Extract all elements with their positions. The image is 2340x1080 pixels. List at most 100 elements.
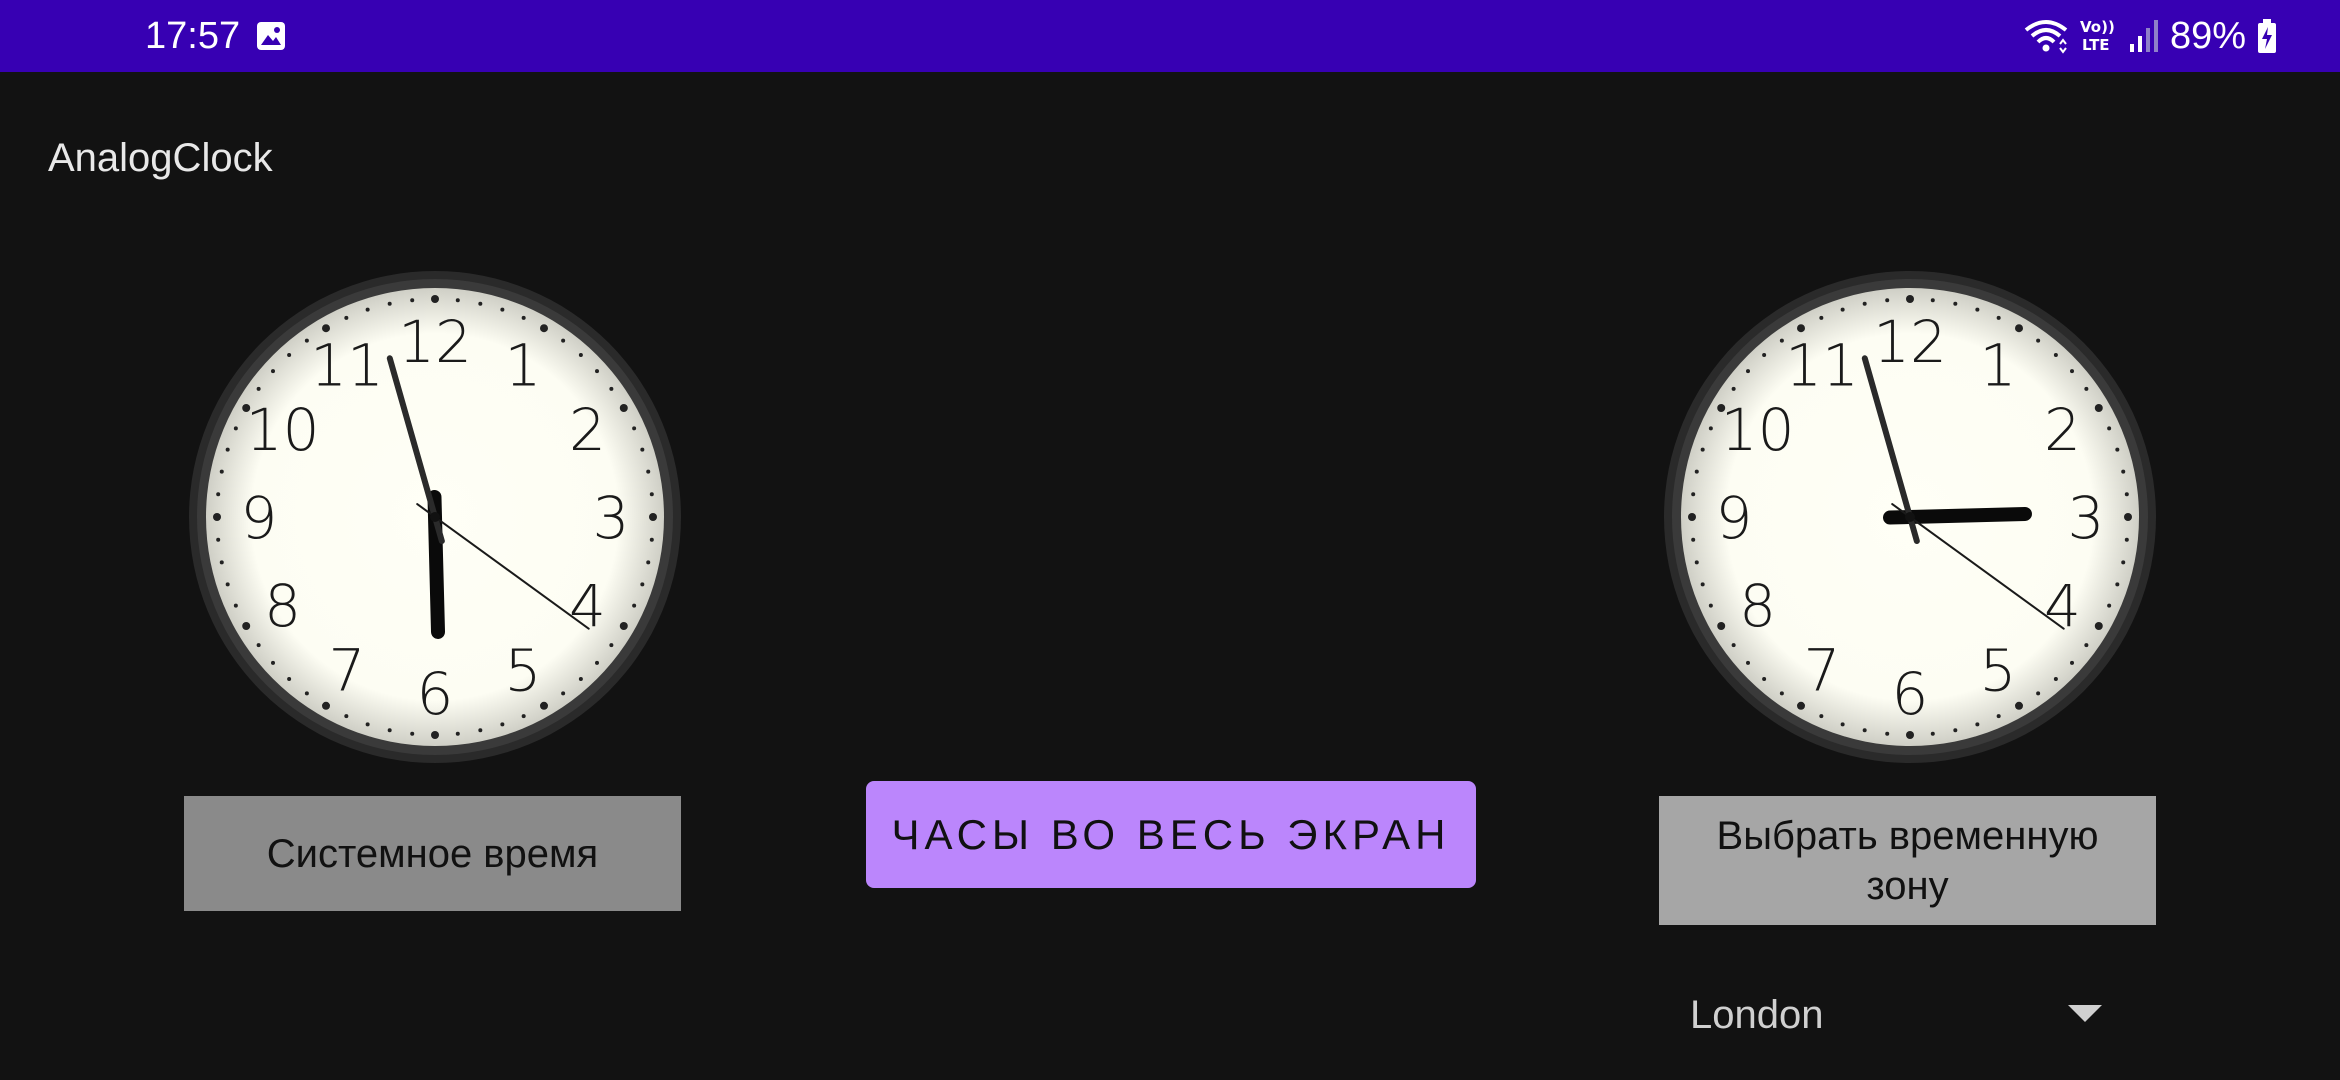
clock-numeral: 8 [264, 572, 301, 640]
fullscreen-clock-button[interactable]: ЧАСЫ ВО ВЕСЬ ЭКРАН [866, 781, 1476, 888]
minute-tick [410, 731, 415, 736]
app-title: AnalogClock [48, 136, 273, 180]
minute-tick [646, 469, 651, 474]
minute-tick [1819, 714, 1824, 719]
minute-tick [1953, 728, 1958, 733]
minute-tick [521, 714, 526, 719]
minute-tick [387, 728, 392, 733]
minute-tick [219, 469, 224, 474]
minute-tick [578, 352, 583, 357]
minute-tick [640, 447, 645, 452]
minute-tick [1779, 691, 1784, 696]
minute-tick [1779, 338, 1784, 343]
minute-tick [344, 315, 349, 320]
minute-tick [632, 603, 637, 608]
clock-numeral: 4 [2044, 572, 2081, 640]
minute-tick [233, 426, 238, 431]
system-time-button[interactable]: Системное время [184, 796, 681, 911]
minute-tick [478, 728, 483, 733]
minute-tick [2124, 492, 2129, 497]
hour-tick [431, 731, 439, 739]
minute-tick [1694, 560, 1699, 565]
hour-tick [2094, 622, 2103, 630]
clock-numeral: 11 [310, 332, 384, 400]
clock-numeral: 12 [398, 308, 472, 376]
timezone-spinner[interactable]: London [1688, 985, 2108, 1045]
minute-tick [270, 660, 275, 665]
minute-tick [387, 301, 392, 306]
timezone-analog-clock: 12 1 2 3 4 5 6 7 8 9 10 11 [1663, 270, 2157, 764]
minute-tick [1762, 352, 1767, 357]
hour-tick [1906, 295, 1914, 303]
hour-tick [1906, 731, 1914, 739]
clock-numeral: 9 [1716, 484, 1753, 552]
hour-tick [619, 622, 628, 630]
hour-tick [2124, 513, 2132, 521]
dropdown-arrow-icon [2068, 1005, 2102, 1022]
minute-tick [478, 301, 483, 306]
minute-tick [646, 560, 651, 565]
minute-tick [216, 492, 221, 497]
hour-tick [1688, 513, 1696, 521]
wifi-icon [2024, 20, 2068, 54]
minute-tick [1840, 307, 1845, 312]
minute-tick [225, 447, 230, 452]
minute-tick [1930, 731, 1935, 736]
volte-top-text: Vo)) [2080, 18, 2115, 36]
minute-tick [1700, 582, 1705, 587]
timezone-selected-value: London [1690, 993, 1824, 1037]
status-right-group: Vo)) LTE 89% [2024, 12, 2278, 60]
minute-tick [561, 691, 566, 696]
minute-tick [1885, 298, 1890, 303]
minute-tick [304, 338, 309, 343]
minute-tick [1996, 714, 2001, 719]
hour-tick [619, 404, 628, 412]
minute-tick [233, 603, 238, 608]
minute-tick [609, 643, 614, 648]
minute-tick [1975, 722, 1980, 727]
minute-tick [2084, 643, 2089, 648]
minute-tick [1862, 728, 1867, 733]
clock-numeral: 8 [1739, 572, 1776, 640]
minute-tick [1762, 677, 1767, 682]
clock-center-pin [1905, 512, 1915, 522]
minute-tick [2115, 582, 2120, 587]
minute-tick [256, 386, 261, 391]
minute-tick [2053, 352, 2058, 357]
hour-tick [2094, 404, 2103, 412]
minute-tick [256, 643, 261, 648]
minute-tick [649, 492, 654, 497]
clock-numeral: 3 [593, 484, 630, 552]
minute-tick [2124, 537, 2129, 542]
screen: 17:57 Vo)) LTE 89% AnalogClock 12 1 2 3 … [0, 0, 2340, 1080]
minute-tick [2070, 660, 2075, 665]
minute-tick [216, 537, 221, 542]
battery-charging-icon [2258, 19, 2276, 53]
system-analog-clock: 12 1 2 3 4 5 6 7 8 9 10 11 [188, 270, 682, 764]
clock-numeral: 6 [417, 660, 454, 728]
hour-tick [649, 513, 657, 521]
minute-tick [2107, 603, 2112, 608]
minute-tick [595, 660, 600, 665]
clock-numeral: 10 [246, 396, 320, 464]
minute-tick [2036, 338, 2041, 343]
choose-timezone-button[interactable]: Выбрать временную зону [1659, 796, 2156, 925]
clock-numeral: 5 [1980, 636, 2017, 704]
minute-tick [2115, 447, 2120, 452]
clock-numeral: 2 [569, 396, 606, 464]
minute-tick [287, 352, 292, 357]
minute-tick [1819, 315, 1824, 320]
minute-tick [561, 338, 566, 343]
minute-tick [500, 722, 505, 727]
minute-tick [2070, 369, 2075, 374]
minute-tick [455, 731, 460, 736]
clock-numeral: 3 [2068, 484, 2105, 552]
minute-tick [1975, 307, 1980, 312]
minute-tick [1694, 469, 1699, 474]
clock-numeral: 10 [1721, 396, 1795, 464]
minute-tick [649, 537, 654, 542]
minute-tick [270, 369, 275, 374]
clock-numeral: 9 [241, 484, 278, 552]
clock-numeral: 12 [1873, 308, 1947, 376]
clock-face-svg: 12 12 3 45678 9 1011 [189, 271, 681, 763]
